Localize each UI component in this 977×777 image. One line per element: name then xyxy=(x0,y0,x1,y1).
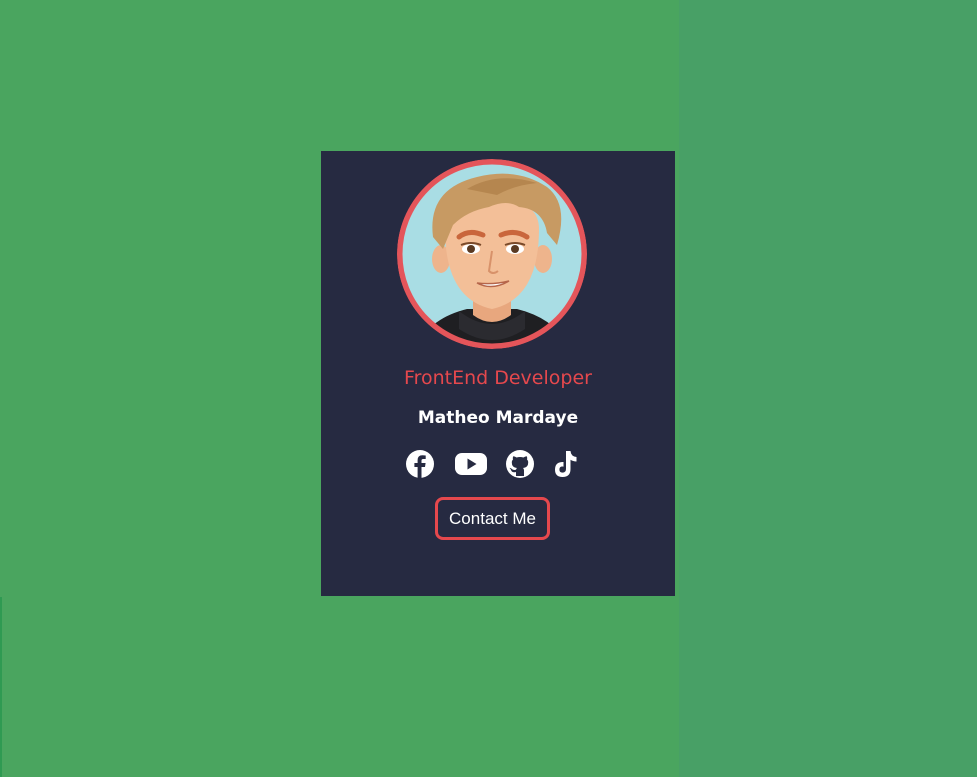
background-edge-strip xyxy=(0,597,2,777)
social-links xyxy=(321,449,675,481)
profile-card: FrontEnd Developer Matheo Mardaye Contac… xyxy=(321,151,675,596)
github-icon[interactable] xyxy=(505,449,535,479)
contact-me-button[interactable]: Contact Me xyxy=(435,497,550,540)
avatar xyxy=(397,159,587,349)
profile-name: Matheo Mardaye xyxy=(417,408,579,428)
tiktok-icon[interactable] xyxy=(552,449,578,479)
youtube-icon[interactable] xyxy=(454,449,488,479)
job-title: FrontEnd Developer xyxy=(404,367,592,389)
facebook-icon[interactable] xyxy=(405,449,435,479)
background-right-panel xyxy=(679,0,977,777)
